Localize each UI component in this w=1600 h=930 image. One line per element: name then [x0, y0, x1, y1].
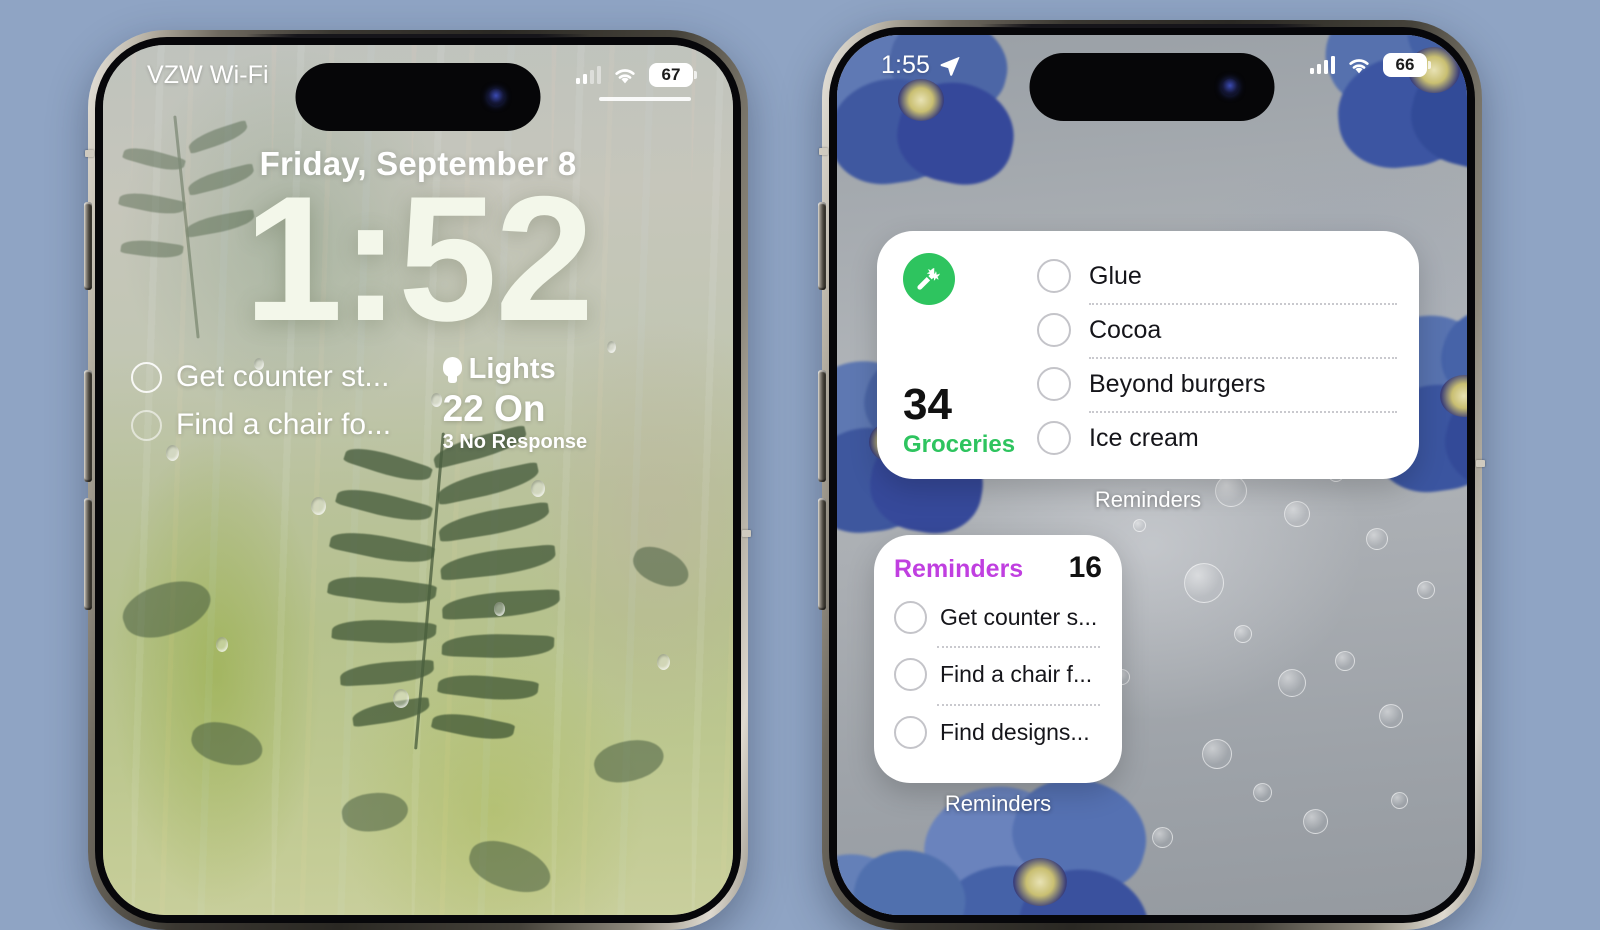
wifi-icon	[1349, 58, 1369, 73]
widget-reminders[interactable]: Reminders 16 Get counter s... Find a cha…	[874, 535, 1122, 783]
reminder-label: Get counter st...	[176, 360, 390, 393]
list-item[interactable]: Beyond burgers	[1037, 357, 1397, 411]
reminder-row[interactable]: Get counter st...	[131, 353, 433, 401]
location-arrow-icon	[940, 56, 960, 76]
volume-up-button-left[interactable]	[84, 370, 92, 482]
earpiece-speaker	[246, 34, 590, 38]
left-phone-device: VZW Wi-Fi 67 Friday, September 8 1:52 Ge…	[84, 30, 751, 930]
antenna-seam-right	[1476, 460, 1485, 467]
right-phone-device: 1:55 66 34 Groceries Glue Cocoa Beyond b…	[818, 20, 1485, 930]
checkbox-circle-icon[interactable]	[1037, 313, 1071, 347]
carrier-text: VZW Wi-Fi	[147, 61, 269, 89]
list-item[interactable]: Glue	[1037, 249, 1397, 303]
antenna-seam-left	[85, 150, 94, 157]
lock-widget-home-lights[interactable]: Lights 22 On 3 No Response	[433, 353, 705, 454]
list-item-label: Find a chair f...	[940, 661, 1093, 688]
groceries-count: 34	[903, 380, 952, 429]
volume-down-button-right[interactable]	[818, 498, 826, 610]
antenna-seam-left	[819, 148, 828, 155]
antenna-seam-right	[742, 530, 751, 537]
status-underline	[599, 97, 691, 101]
front-camera-icon	[1221, 78, 1239, 96]
list-item-label: Beyond burgers	[1089, 369, 1266, 398]
pansy-flower	[837, 838, 976, 915]
list-item[interactable]: Find designs...	[894, 703, 1102, 761]
widget-groceries-app-label: Reminders	[1094, 487, 1202, 512]
lock-widget-reminders[interactable]: Get counter st... Find a chair fo...	[131, 353, 433, 454]
checkbox-circle-icon[interactable]	[894, 658, 927, 692]
checkbox-circle-icon[interactable]	[131, 361, 162, 393]
right-status-icons: 66	[1309, 53, 1431, 77]
list-item[interactable]: Ice cream	[1037, 411, 1397, 465]
list-item-label: Find designs...	[940, 718, 1090, 745]
battery-indicator: 67	[649, 63, 697, 87]
reminders-header: Reminders 16	[894, 551, 1102, 585]
right-phone-screen[interactable]: 1:55 66 34 Groceries Glue Cocoa Beyond b…	[837, 35, 1467, 915]
widget-groceries[interactable]: 34 Groceries Glue Cocoa Beyond burgers I…	[877, 231, 1419, 479]
list-item-label: Cocoa	[1089, 315, 1162, 344]
checkbox-circle-icon[interactable]	[1037, 421, 1071, 455]
carrot-icon	[903, 253, 955, 305]
lights-header: Lights	[442, 353, 705, 386]
fern-leaf-main	[327, 424, 660, 758]
lightbulb-icon	[442, 356, 462, 383]
list-item[interactable]: Find a chair f...	[894, 646, 1102, 703]
groceries-list-name: Groceries	[903, 431, 1016, 458]
checkbox-circle-icon[interactable]	[1037, 259, 1071, 293]
volume-up-button-right[interactable]	[818, 370, 826, 482]
checkbox-circle-icon[interactable]	[894, 715, 927, 749]
checkbox-circle-icon[interactable]	[894, 601, 927, 635]
lights-title: Lights	[468, 353, 556, 385]
action-button-right[interactable]	[818, 202, 826, 290]
widget-reminders-app-label: Reminders	[944, 791, 1052, 816]
reminders-title: Reminders	[894, 555, 1024, 583]
list-item[interactable]: Cocoa	[1037, 303, 1397, 357]
list-item[interactable]: Get counter s...	[894, 589, 1102, 646]
left-status-bar: VZW Wi-Fi 67	[103, 45, 733, 131]
cellular-bars-icon	[1309, 56, 1335, 74]
groceries-meta: 34 Groceries	[903, 383, 1037, 459]
groceries-items: Glue Cocoa Beyond burgers Ice cream	[1037, 231, 1419, 479]
reminder-row[interactable]: Find a chair fo...	[131, 401, 433, 449]
lock-screen-widget-row: Get counter st... Find a chair fo... Lig…	[103, 353, 733, 454]
checkbox-circle-icon[interactable]	[131, 409, 162, 441]
list-item-label: Get counter s...	[940, 604, 1098, 631]
lights-value: 22 On	[442, 388, 546, 429]
action-button-left[interactable]	[84, 202, 92, 290]
volume-down-button-left[interactable]	[84, 498, 92, 610]
left-phone-screen[interactable]: VZW Wi-Fi 67 Friday, September 8 1:52 Ge…	[103, 45, 733, 915]
cellular-bars-icon	[575, 66, 601, 84]
list-item-label: Ice cream	[1089, 423, 1199, 452]
dynamic-island-right[interactable]	[1029, 53, 1275, 121]
dynamic-island-left[interactable]	[295, 63, 541, 131]
right-status-bar: 1:55 66	[837, 35, 1467, 121]
reminders-count: 16	[1068, 551, 1102, 584]
checkbox-circle-icon[interactable]	[1037, 367, 1071, 401]
lock-screen-clock: 1:52	[243, 159, 594, 358]
list-item-label: Glue	[1089, 261, 1142, 290]
battery-indicator: 66	[1383, 53, 1431, 77]
reminders-items: Get counter s... Find a chair f... Find …	[894, 589, 1102, 761]
screenshot-canvas: VZW Wi-Fi 67 Friday, September 8 1:52 Ge…	[0, 0, 1600, 930]
status-time-text: 1:55	[881, 51, 931, 79]
carrot-glyph	[917, 267, 940, 290]
wifi-icon	[615, 68, 635, 83]
groceries-summary: 34 Groceries	[877, 231, 1037, 479]
earpiece-speaker	[980, 24, 1324, 28]
front-camera-icon	[487, 88, 505, 106]
status-time: 1:55	[881, 51, 961, 80]
reminder-label: Find a chair fo...	[176, 408, 392, 441]
left-status-icons: 67	[575, 63, 697, 87]
lights-subtitle: 3 No Response	[442, 431, 588, 453]
carrier-label: VZW Wi-Fi	[147, 61, 269, 90]
